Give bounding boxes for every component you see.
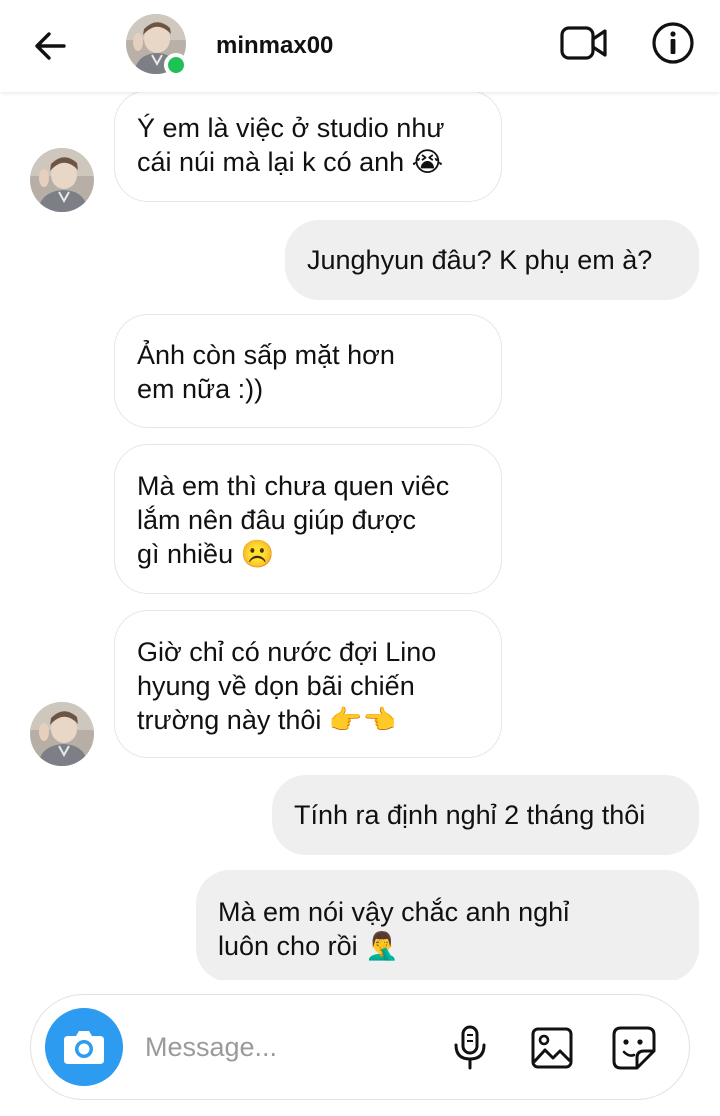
sender-avatar[interactable]	[30, 148, 94, 212]
message-line: luôn cho rồi 🤦‍♂️	[218, 931, 399, 961]
outgoing-message[interactable]: Mà em nói vậy chắc anh nghỉ luôn cho rồi…	[196, 870, 699, 980]
back-button[interactable]	[28, 24, 72, 68]
microphone-icon	[454, 1025, 486, 1070]
info-icon	[652, 22, 694, 64]
voice-message-button[interactable]	[445, 1023, 495, 1073]
message-line: Mà em thì chưa quen viêc	[137, 471, 450, 501]
message-line: lắm nên đâu giúp được	[137, 505, 416, 535]
message-line: Mà em nói vậy chắc anh nghỉ	[218, 897, 570, 927]
message-line: cái núi mà lại k có anh 😭	[137, 147, 444, 177]
incoming-message[interactable]: Ảnh còn sấp mặt hơn em nữa :))	[114, 314, 502, 428]
video-camera-icon	[560, 26, 607, 60]
message-line: Giờ chỉ có nước đợi Lino	[137, 637, 437, 667]
message-line: trường này thôi 👉👈	[137, 705, 397, 735]
incoming-message[interactable]: Giờ chỉ có nước đợi Lino hyung về dọn bã…	[114, 610, 502, 758]
message-input[interactable]	[145, 1025, 425, 1069]
message-thread[interactable]: Ý em là việc ở studio như cái núi mà lại…	[0, 92, 720, 980]
video-call-button[interactable]	[556, 20, 612, 66]
info-button[interactable]	[650, 20, 696, 66]
image-icon	[531, 1027, 573, 1069]
incoming-message[interactable]: Mà em thì chưa quen viêc lắm nên đâu giú…	[114, 444, 502, 594]
incoming-message[interactable]: Ý em là việc ở studio như cái núi mà lại…	[114, 92, 502, 202]
camera-icon	[64, 1031, 104, 1064]
outgoing-message[interactable]: Junghyun đâu? K phụ em à?	[285, 220, 699, 300]
message-line: em nữa :))	[137, 374, 264, 404]
message-line: Ảnh còn sấp mặt hơn	[137, 340, 395, 370]
sender-avatar[interactable]	[30, 702, 94, 766]
message-line: Ý em là việc ở studio như	[137, 113, 445, 143]
message-line: gì nhiều ☹️	[137, 539, 275, 569]
arrow-left-icon	[35, 32, 66, 60]
online-status-dot	[164, 53, 188, 77]
message-line: hyung về dọn bãi chiến	[137, 671, 415, 701]
message-line: Tính ra định nghỉ 2 tháng thôi	[294, 800, 646, 830]
chat-header: minmax00	[0, 0, 720, 92]
message-line: Junghyun đâu? K phụ em à?	[307, 245, 653, 275]
contact-username[interactable]: minmax00	[216, 32, 333, 60]
gallery-button[interactable]	[527, 1023, 577, 1073]
message-composer	[30, 994, 690, 1100]
sticker-button[interactable]	[609, 1023, 659, 1073]
camera-button[interactable]	[45, 1008, 123, 1086]
outgoing-message[interactable]: Tính ra định nghỉ 2 tháng thôi	[272, 775, 699, 855]
sticker-icon	[612, 1026, 656, 1070]
